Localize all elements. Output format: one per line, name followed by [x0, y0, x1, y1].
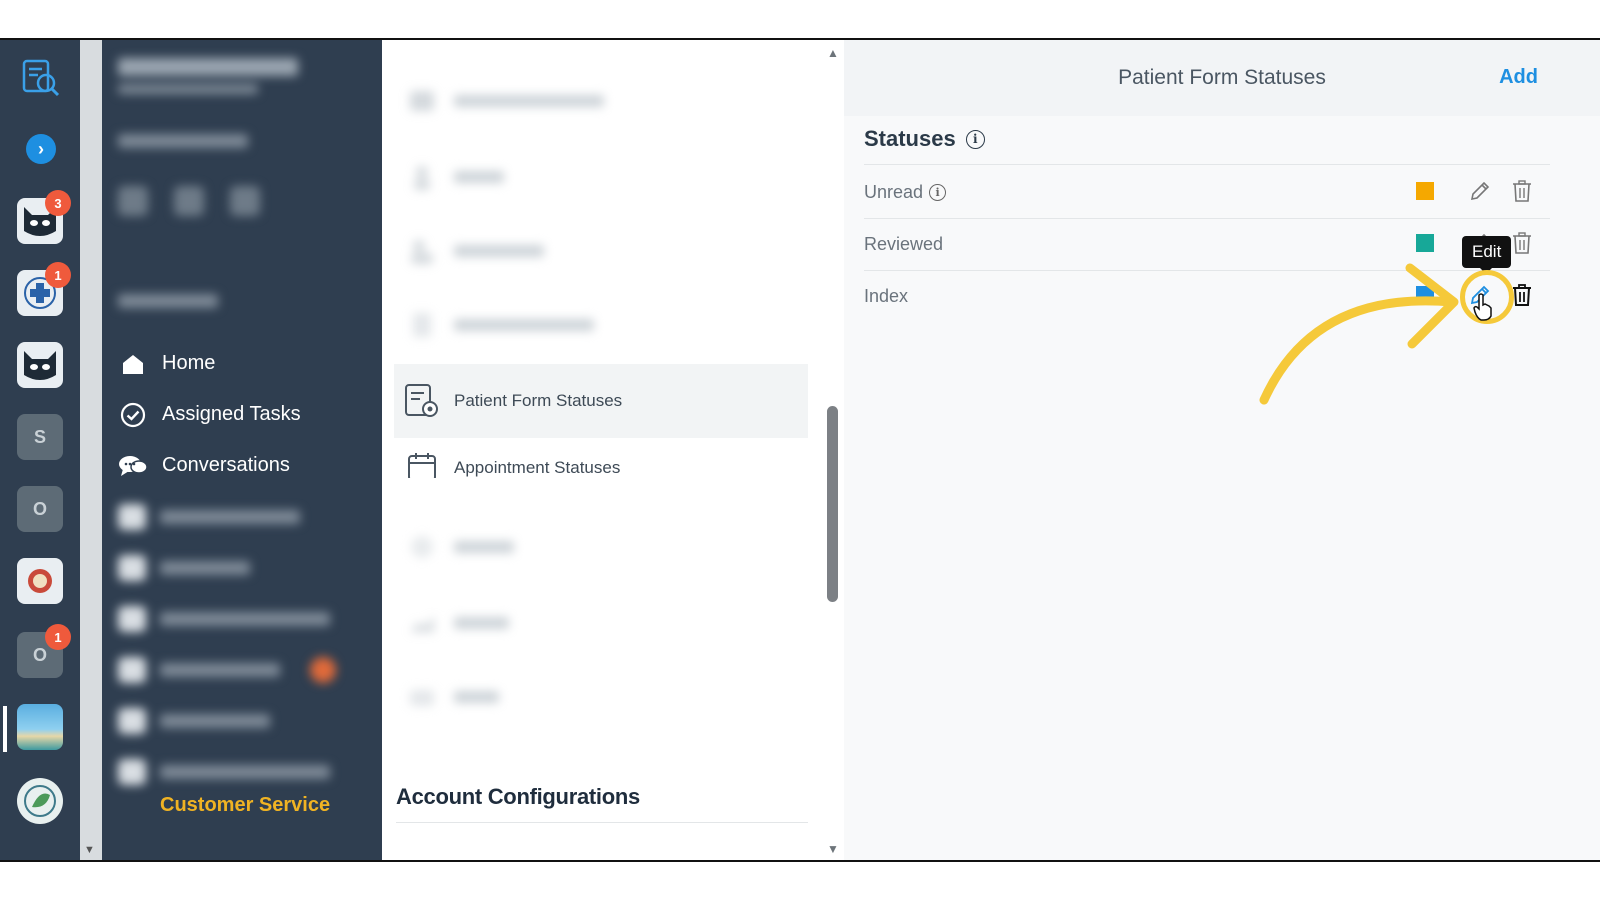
- scroll-thumb[interactable]: [827, 406, 838, 602]
- blurred-menu-items: [118, 491, 372, 797]
- account-configurations-heading: Account Configurations: [396, 784, 640, 809]
- hand-cursor-icon: [1473, 293, 1492, 321]
- workspace-seal[interactable]: [17, 558, 63, 604]
- sidebar: Home Assigned Tasks Conversations Custom…: [102, 40, 382, 860]
- scroll-up-icon[interactable]: ▲: [827, 46, 839, 60]
- home-icon: [118, 349, 148, 379]
- workspace-o-2[interactable]: O 1: [17, 624, 71, 678]
- expand-sidebar-button[interactable]: ›: [26, 134, 56, 164]
- calendar-icon: [400, 452, 444, 478]
- config-item-appointment-statuses[interactable]: Appointment Statuses: [394, 436, 808, 478]
- cat-avatar-icon: [24, 351, 56, 380]
- workspace-s[interactable]: S: [17, 414, 63, 460]
- chat-bubbles-icon: [118, 451, 148, 481]
- notification-badge: 1: [45, 262, 71, 288]
- leaf-logo-icon: [24, 785, 56, 817]
- seal-logo-icon: [28, 569, 52, 593]
- workspace-leaf[interactable]: [17, 778, 63, 824]
- menu-item-assigned-tasks[interactable]: Assigned Tasks: [118, 389, 372, 440]
- detail-panel: Patient Form Statuses Add Statuses i Unr…: [844, 40, 1600, 860]
- workspace-cat-1[interactable]: 3: [17, 190, 71, 244]
- app-logo-icon[interactable]: [17, 54, 63, 100]
- notification-badge: 1: [45, 624, 71, 650]
- scroll-down-icon[interactable]: ▼: [827, 842, 839, 856]
- pointer-arrow-icon: [1259, 263, 1459, 405]
- active-workspace-marker: [3, 706, 7, 752]
- configuration-list: Patient Form Statuses Appointment Status…: [382, 40, 828, 860]
- workspace-beach[interactable]: [17, 704, 63, 750]
- config-scrollbar[interactable]: ▲ ▼: [822, 40, 844, 860]
- workspace-cat-2[interactable]: [17, 342, 63, 388]
- form-settings-icon: [400, 379, 444, 423]
- menu-item-conversations[interactable]: Conversations: [118, 440, 372, 491]
- scroll-down-icon[interactable]: ▼: [84, 844, 95, 856]
- app-rail: › 3 1 S O O 1: [0, 40, 80, 860]
- main-menu: Home Assigned Tasks Conversations: [118, 338, 372, 797]
- config-item-patient-form-statuses[interactable]: Patient Form Statuses: [394, 364, 808, 438]
- sidebar-splitter[interactable]: ▼: [80, 40, 102, 860]
- app-window: › 3 1 S O O 1 ▼ Home Assigned Tasks Conv…: [0, 38, 1600, 862]
- notification-badge: 3: [45, 190, 71, 216]
- workspace-medical[interactable]: 1: [17, 262, 71, 316]
- customer-service-label[interactable]: Customer Service: [160, 794, 330, 817]
- workspace-o[interactable]: O: [17, 486, 63, 532]
- section-divider: [396, 822, 808, 823]
- menu-item-home[interactable]: Home: [118, 338, 372, 389]
- check-circle-icon: [118, 400, 148, 430]
- sidebar-header-blurred: [118, 58, 348, 316]
